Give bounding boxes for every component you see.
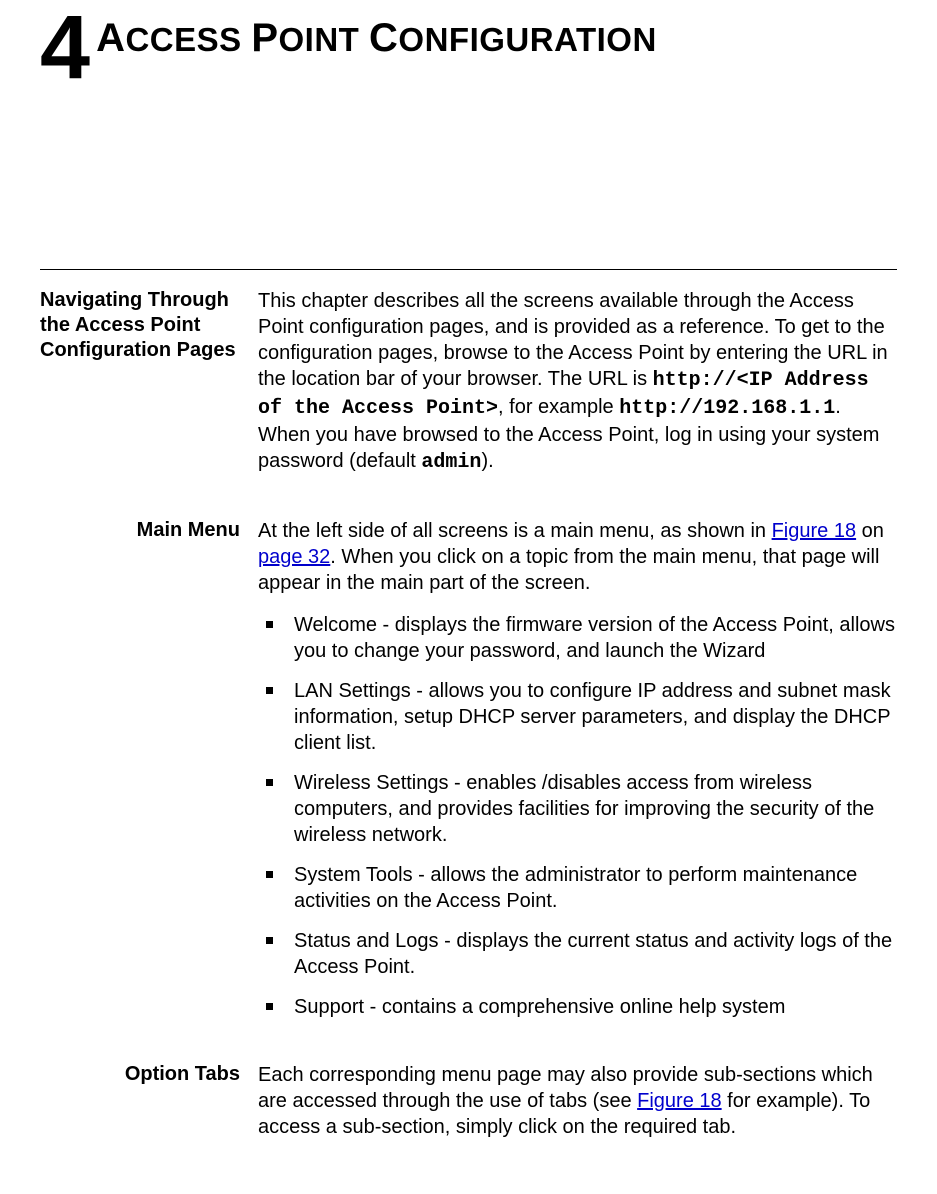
chapter-number: 4 xyxy=(40,8,96,89)
paragraph: At the left side of all screens is a mai… xyxy=(258,518,897,596)
link-page-32[interactable]: page 32 xyxy=(258,546,330,568)
main-menu-list: Welcome - displays the firmware version … xyxy=(258,612,897,1020)
code-password-default: admin xyxy=(421,451,481,474)
section-navigating: Navigating Through the Access Point Conf… xyxy=(40,288,897,490)
code-url-example: http://192.168.1.1 xyxy=(619,397,835,420)
body-option-tabs: Each corresponding menu page may also pr… xyxy=(258,1062,897,1154)
list-item: LAN Settings - allows you to configure I… xyxy=(258,678,897,756)
body-main-menu: At the left side of all screens is a mai… xyxy=(258,518,897,1034)
section-option-tabs: Option Tabs Each corresponding menu page… xyxy=(40,1062,897,1154)
side-heading-option-tabs: Option Tabs xyxy=(40,1062,258,1154)
list-item: System Tools - allows the administrator … xyxy=(258,862,897,914)
link-figure-18[interactable]: Figure 18 xyxy=(772,520,857,542)
body-navigating: This chapter describes all the screens a… xyxy=(258,288,897,490)
side-heading-navigating: Navigating Through the Access Point Conf… xyxy=(40,288,258,490)
list-item: Support - contains a comprehensive onlin… xyxy=(258,994,897,1020)
paragraph: Each corresponding menu page may also pr… xyxy=(258,1062,897,1140)
chapter-title: ACCESS POINT CONFIGURATION xyxy=(96,8,657,61)
section-main-menu: Main Menu At the left side of all screen… xyxy=(40,518,897,1034)
list-item: Status and Logs - displays the current s… xyxy=(258,928,897,980)
list-item: Wireless Settings - enables /disables ac… xyxy=(258,770,897,848)
list-item: Welcome - displays the firmware version … xyxy=(258,612,897,664)
page: 4 ACCESS POINT CONFIGURATION Navigating … xyxy=(0,0,937,1194)
chapter-header: 4 ACCESS POINT CONFIGURATION xyxy=(40,0,897,89)
link-figure-18[interactable]: Figure 18 xyxy=(637,1090,722,1112)
horizontal-rule xyxy=(40,269,897,270)
paragraph: This chapter describes all the screens a… xyxy=(258,288,897,476)
side-heading-main-menu: Main Menu xyxy=(40,518,258,1034)
